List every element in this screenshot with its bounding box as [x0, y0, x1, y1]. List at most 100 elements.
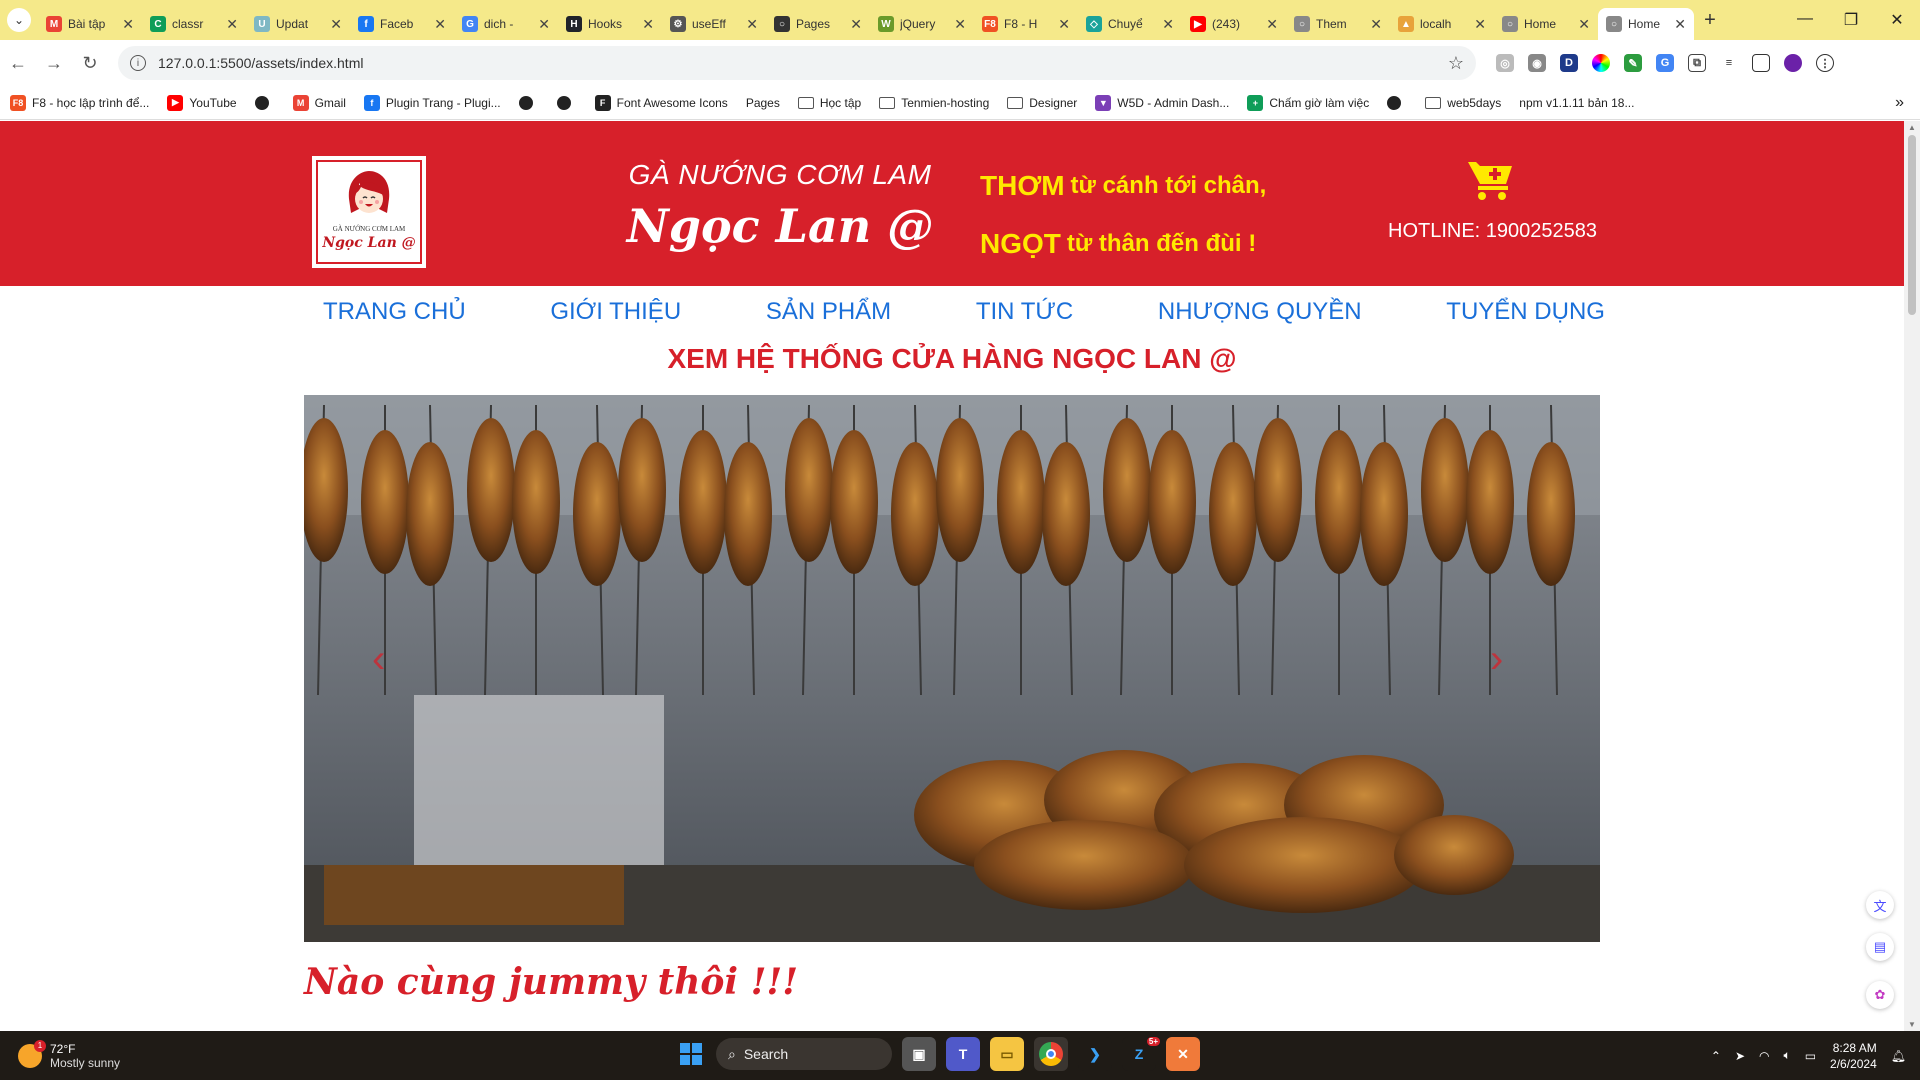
nav-products[interactable]: SẢN PHẨM: [766, 298, 891, 326]
weather-widget[interactable]: 1 72°F Mostly sunny: [18, 1039, 158, 1070]
bookmark-star-icon[interactable]: ☆: [1448, 53, 1464, 74]
browser-tab[interactable]: WjQuery ✕: [870, 8, 974, 40]
file-explorer-icon[interactable]: ▭: [990, 1037, 1024, 1071]
scrollbar-thumb[interactable]: [1908, 135, 1916, 315]
cart-icon[interactable]: [1466, 158, 1514, 202]
url-text[interactable]: 127.0.0.1:5500/assets/index.html: [158, 55, 1448, 71]
chrome-icon[interactable]: [1034, 1037, 1068, 1071]
restore-icon[interactable]: ❐: [1828, 10, 1874, 30]
clock[interactable]: 8:28 AM 2/6/2024: [1830, 1040, 1877, 1072]
bookmark-item[interactable]: npm v1.1.11 bản 18...: [1519, 96, 1634, 110]
hotline[interactable]: HOTLINE: 1900252583: [1388, 220, 1597, 243]
chevron-up-icon[interactable]: ⌃: [1711, 1049, 1721, 1063]
bookmark-item[interactable]: ▶ YouTube: [167, 94, 237, 111]
bookmark-item[interactable]: Học tập: [797, 96, 861, 110]
pen-extension-icon[interactable]: ✎: [1624, 54, 1642, 72]
bookmark-item[interactable]: [556, 95, 577, 110]
puzzle-extensions-icon[interactable]: ⧉: [1688, 54, 1706, 72]
translate-extension-icon[interactable]: G: [1656, 54, 1674, 72]
nav-home[interactable]: TRANG CHỦ: [323, 298, 466, 326]
site-info-icon[interactable]: i: [130, 55, 146, 71]
tab-close-icon[interactable]: ✕: [330, 16, 342, 33]
d-extension-icon[interactable]: D: [1560, 54, 1578, 72]
bookmark-item[interactable]: Designer: [1007, 96, 1077, 110]
browser-tab[interactable]: ▶ (243) ✕: [1182, 8, 1286, 40]
browser-tab[interactable]: ○ Home ✕: [1494, 8, 1598, 40]
bookmark-item[interactable]: [518, 95, 539, 110]
bookmark-item[interactable]: + Chấm giờ làm việc: [1247, 94, 1369, 111]
tab-close-icon[interactable]: ✕: [1162, 16, 1174, 33]
queue-icon[interactable]: ≡: [1720, 54, 1738, 72]
tab-search-button[interactable]: ⌄: [0, 0, 38, 40]
bookmark-item[interactable]: F8 F8 - học lập trình để...: [10, 94, 149, 111]
bookmark-item[interactable]: [1387, 95, 1407, 110]
forward-icon[interactable]: →: [36, 53, 72, 74]
zalo-icon[interactable]: Z 5+: [1122, 1037, 1160, 1071]
browser-tab[interactable]: f Faceb ✕: [350, 8, 454, 40]
browser-tab[interactable]: M Bài tập ✕: [38, 8, 142, 40]
tab-close-icon[interactable]: ✕: [1674, 16, 1686, 33]
reload-icon[interactable]: ↻: [72, 53, 108, 74]
bookmark-item[interactable]: f Plugin Trang - Plugi...: [363, 94, 501, 111]
address-bar[interactable]: i 127.0.0.1:5500/assets/index.html ☆: [118, 46, 1476, 80]
tab-close-icon[interactable]: ✕: [1578, 16, 1590, 33]
vscode-icon[interactable]: ❯: [1078, 1037, 1112, 1071]
site-logo[interactable]: GÀ NƯỚNG CƠM LAM Ngọc Lan @: [312, 156, 426, 268]
back-icon[interactable]: ←: [0, 53, 36, 74]
browser-tab[interactable]: ○ Pages ✕: [766, 8, 870, 40]
bookmark-item[interactable]: web5days: [1425, 96, 1501, 110]
tab-close-icon[interactable]: ✕: [850, 16, 862, 33]
compass-extension-icon[interactable]: ◎: [1496, 54, 1514, 72]
task-view-icon[interactable]: ▣: [902, 1037, 936, 1071]
xampp-icon[interactable]: ✕: [1166, 1037, 1200, 1071]
tab-close-icon[interactable]: ✕: [538, 16, 550, 33]
scroll-down-icon[interactable]: ▼: [1908, 1020, 1916, 1029]
browser-tab[interactable]: ○ Home ✕: [1598, 8, 1694, 40]
wifi-icon[interactable]: ◠: [1759, 1049, 1769, 1063]
browser-tab[interactable]: ◇ Chuyể ✕: [1078, 8, 1182, 40]
tab-close-icon[interactable]: ✕: [642, 16, 654, 33]
browser-tab[interactable]: H Hooks ✕: [558, 8, 662, 40]
tab-close-icon[interactable]: ✕: [1370, 16, 1382, 33]
location-icon[interactable]: ➤: [1735, 1049, 1745, 1063]
side-panel-icon[interactable]: [1752, 54, 1770, 72]
ai-float-icon[interactable]: ✿: [1866, 981, 1894, 1009]
bookmark-item[interactable]: Pages: [746, 96, 780, 110]
tab-close-icon[interactable]: ✕: [1266, 16, 1278, 33]
browser-tab[interactable]: ○ Them ✕: [1286, 8, 1390, 40]
store-system-link[interactable]: XEM HỆ THỐNG CỬA HÀNG NGỌC LAN @: [0, 343, 1904, 375]
tab-close-icon[interactable]: ✕: [226, 16, 238, 33]
tab-close-icon[interactable]: ✕: [122, 16, 134, 33]
menu-kebab-icon[interactable]: ⋮: [1816, 54, 1834, 72]
tab-close-icon[interactable]: ✕: [434, 16, 446, 33]
browser-tab[interactable]: F8 F8 - H ✕: [974, 8, 1078, 40]
tab-close-icon[interactable]: ✕: [1058, 16, 1070, 33]
nav-about[interactable]: GIỚI THIỆU: [550, 298, 681, 326]
taskbar-search[interactable]: ⌕ Search: [716, 1038, 892, 1070]
scroll-up-icon[interactable]: ▲: [1908, 123, 1916, 132]
page-scrollbar[interactable]: ▲ ▼: [1904, 121, 1920, 1031]
slider-prev-button[interactable]: ‹: [372, 637, 402, 687]
browser-tab[interactable]: ▲ localh ✕: [1390, 8, 1494, 40]
browser-tab[interactable]: Gdich - ✕: [454, 8, 558, 40]
tab-close-icon[interactable]: ✕: [746, 16, 758, 33]
bookmark-item[interactable]: ▼ W5D - Admin Dash...: [1095, 94, 1229, 111]
teams-icon[interactable]: T: [946, 1037, 980, 1071]
browser-tab[interactable]: U Updat ✕: [246, 8, 350, 40]
translate-float-icon[interactable]: 文: [1866, 891, 1894, 919]
nav-franchise[interactable]: NHƯỢNG QUYỀN: [1158, 298, 1362, 326]
slider-next-button[interactable]: ›: [1490, 637, 1520, 687]
color-picker-extension-icon[interactable]: [1592, 54, 1610, 72]
notification-bell-icon[interactable]: 🔔︎: [1891, 1049, 1906, 1063]
bookmark-item[interactable]: [254, 95, 275, 110]
profile-avatar[interactable]: [1784, 54, 1802, 72]
volume-icon[interactable]: 🔈︎: [1784, 1048, 1791, 1063]
tab-close-icon[interactable]: ✕: [1474, 16, 1486, 33]
tab-close-icon[interactable]: ✕: [954, 16, 966, 33]
start-button[interactable]: [676, 1039, 706, 1069]
new-tab-button[interactable]: +: [1694, 9, 1726, 32]
nav-news[interactable]: TIN TỨC: [976, 298, 1073, 326]
bookmarks-overflow-icon[interactable]: »: [1895, 94, 1904, 112]
browser-tab[interactable]: Cclassr ✕: [142, 8, 246, 40]
browser-tab[interactable]: ⚙ useEff ✕: [662, 8, 766, 40]
